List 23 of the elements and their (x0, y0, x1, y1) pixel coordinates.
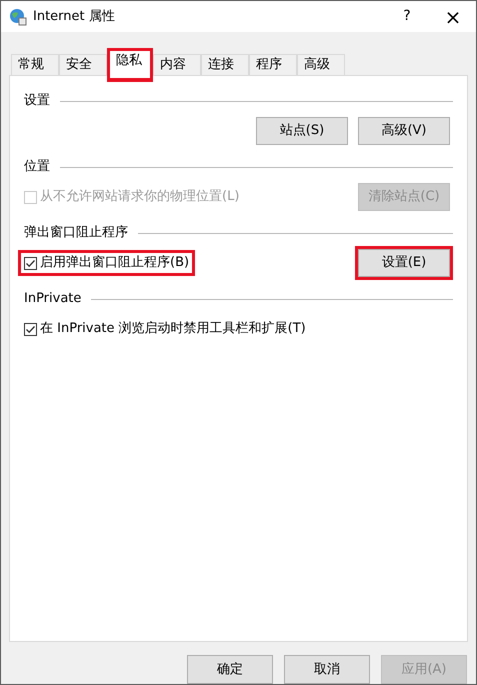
checkbox-option[interactable]: 启用弹出窗口阻止程序(B) (24, 253, 190, 273)
close-button[interactable]: × (430, 1, 476, 32)
dialog-button[interactable]: 站点(S) (256, 117, 348, 145)
globe-icon (9, 8, 27, 26)
dialog-button[interactable]: 高级(V) (358, 117, 450, 145)
tab[interactable]: 连接 (201, 54, 249, 75)
section-heading: 位置 (24, 158, 50, 176)
tab[interactable]: 安全 (59, 54, 107, 75)
tab[interactable]: 常规 (11, 54, 59, 75)
window-title: Internet 属性 (33, 8, 115, 26)
dialog-button[interactable]: 取消 (284, 655, 370, 684)
section-heading: 设置 (24, 92, 50, 110)
dialog-button[interactable]: 确定 (187, 655, 273, 684)
tab[interactable]: 程序 (249, 54, 297, 75)
checkbox[interactable] (24, 256, 37, 270)
tab[interactable]: 内容 (153, 54, 201, 75)
checkbox[interactable] (24, 322, 37, 336)
help-button[interactable]: ? (384, 1, 430, 32)
section-heading: InPrivate (24, 290, 82, 308)
checkbox-option[interactable]: 在 InPrivate 浏览启动时禁用工具栏和扩展(T) (24, 319, 306, 339)
section-heading: 弹出窗口阻止程序 (24, 224, 128, 242)
tab[interactable]: 高级 (297, 54, 345, 75)
dialog-button[interactable]: 设置(E) (358, 249, 450, 277)
